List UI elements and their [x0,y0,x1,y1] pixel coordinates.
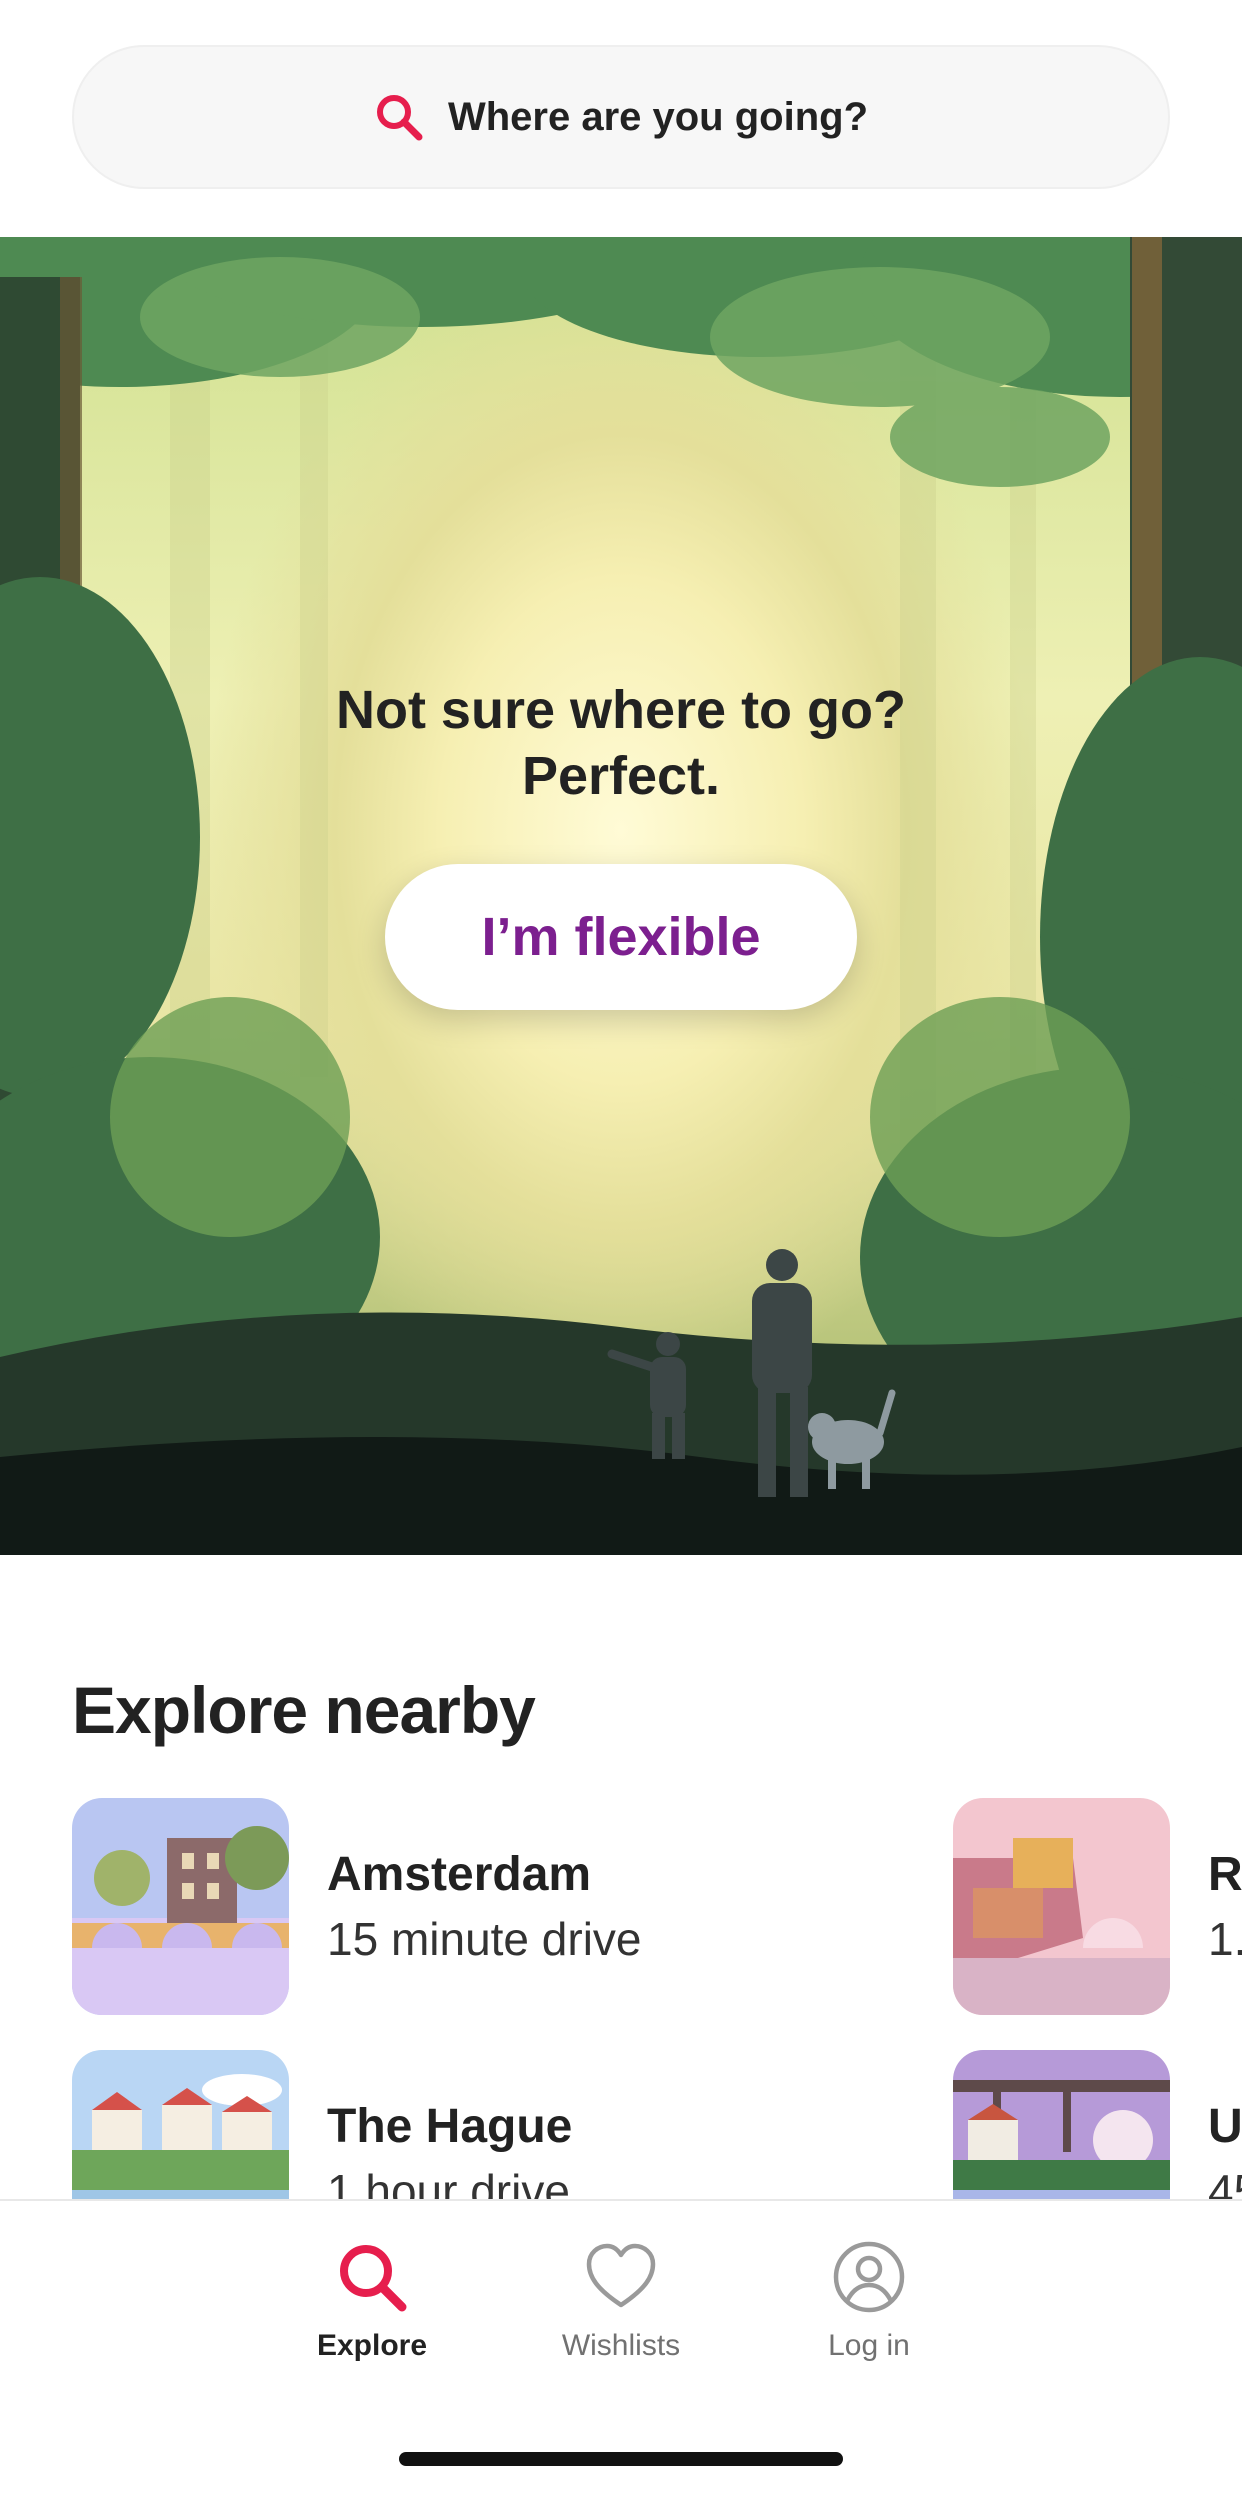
place-drive-time: 1.5 [1208,1912,1242,1965]
place-name: Amsterdam [327,1847,592,1901]
tab-label: Log in [828,2329,910,2362]
search-icon [374,92,424,142]
tab-explore[interactable]: Explore [262,2239,482,2363]
hero-heading-line-1: Not sure where to go? [335,680,907,740]
hero-heading-line-2: Perfect. [521,746,721,806]
place-name: Ro [1208,1847,1242,1901]
search-container: Where are you going? [72,45,1170,189]
search-placeholder: Where are you going? [447,94,869,139]
amsterdam-thumbnail [72,1798,289,2015]
section-title-explore-nearby: Explore nearby [72,1673,536,1747]
hero-heading: Not sure where to go? Perfect. [0,677,1242,809]
place-name: Ut [1208,2099,1242,2153]
place-text: Ro 1.5 [1208,1843,1242,1971]
im-flexible-button[interactable]: I’m flexible [385,864,857,1010]
place-drive-time: 15 minute drive [327,1912,642,1965]
bottom-tab-bar: Explore Wishlists Log in [0,2199,1242,2495]
hero-banner: Not sure where to go? Perfect. I’m flexi… [0,237,1242,1555]
ro-thumbnail [953,1798,1170,2015]
heart-icon [586,2243,656,2308]
search-bar[interactable]: Where are you going? [72,45,1170,189]
tab-label: Explore [316,2329,428,2362]
search-icon [340,2245,407,2312]
place-text: Amsterdam 15 minute drive [327,1843,642,1971]
nearby-places-list: Amsterdam 15 minute drive Ro 1.5 [0,1798,1242,2267]
home-indicator [399,2452,843,2466]
place-name: The Hague [327,2099,573,2153]
place-item-amsterdam[interactable]: Amsterdam 15 minute drive [72,1798,642,2015]
profile-icon [833,2241,905,2313]
tab-label: Wishlists [561,2329,681,2362]
tab-log-in[interactable]: Log in [759,2239,979,2363]
place-item-ro[interactable]: Ro 1.5 [953,1798,1242,2015]
app-screen: Where are you going? Not sure where to g… [0,0,1242,2495]
tab-wishlists[interactable]: Wishlists [511,2239,731,2363]
